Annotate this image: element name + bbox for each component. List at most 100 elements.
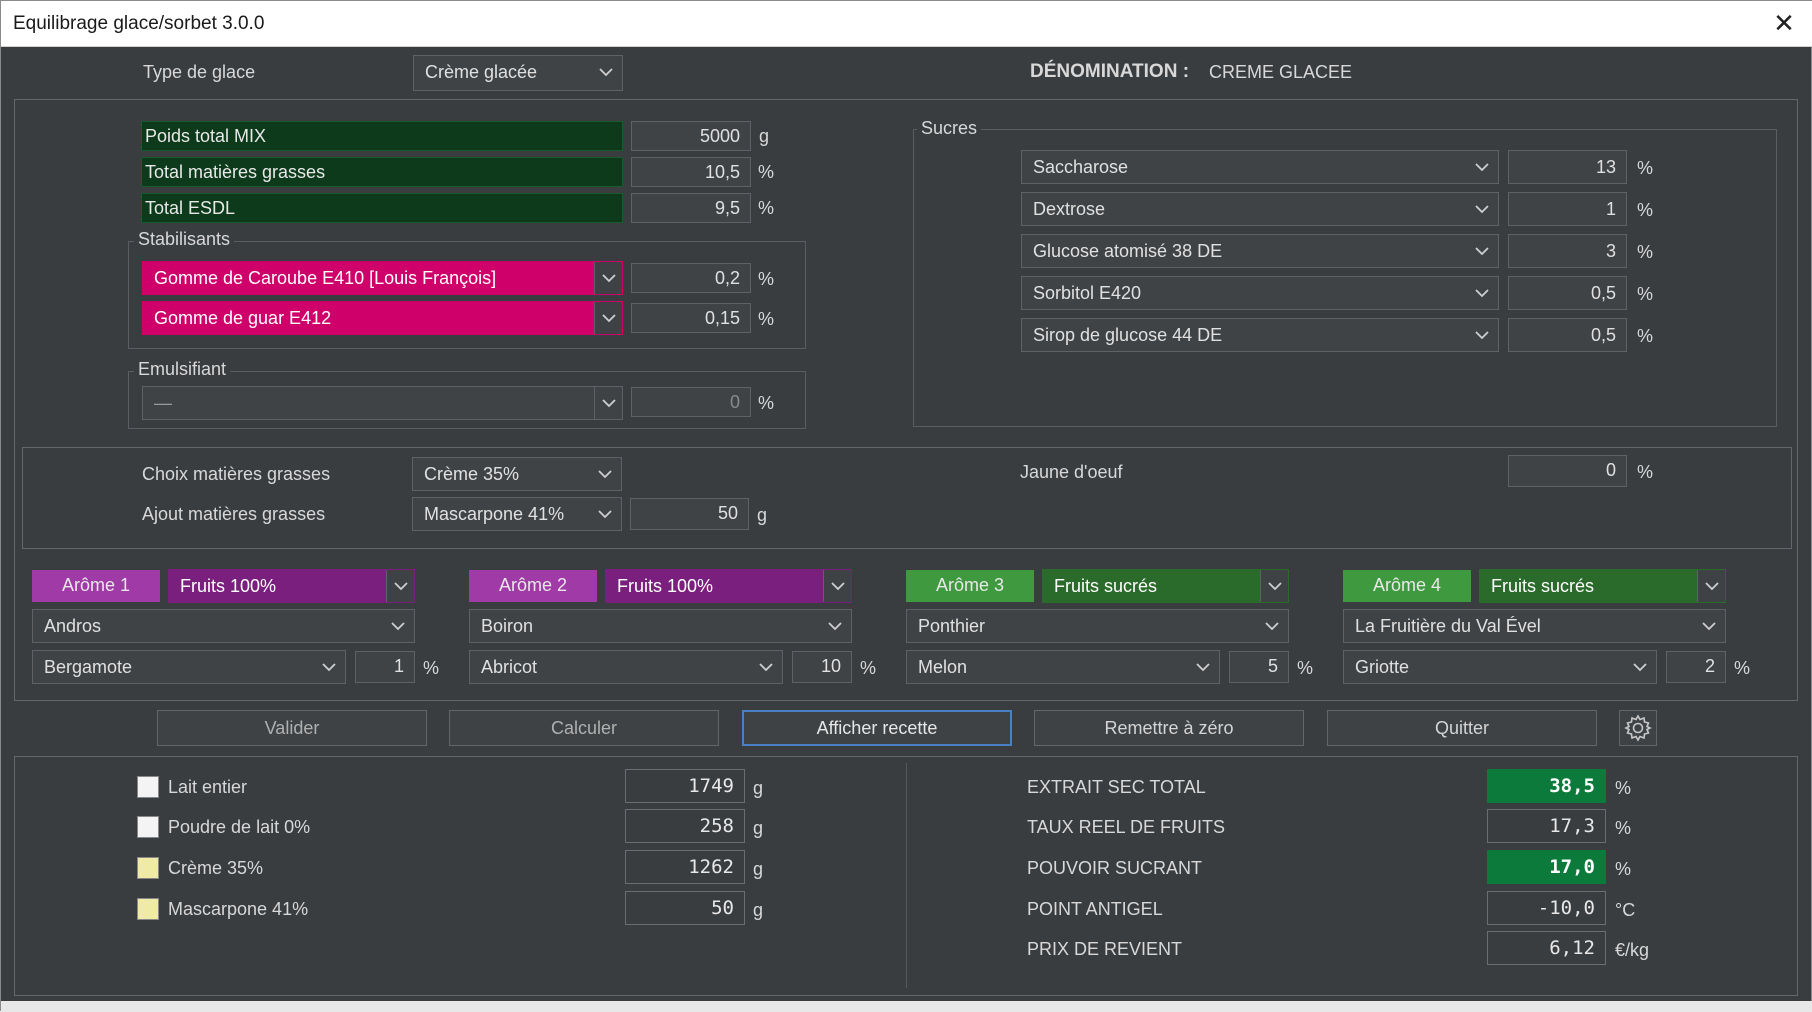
sucre-5-select[interactable]: Sirop de glucose 44 DE — [1021, 318, 1499, 352]
lait-entier-swatch — [137, 776, 159, 798]
arome-2-badge[interactable]: Arôme 2 — [469, 570, 597, 602]
total-mg-label: Total matières grasses — [141, 157, 623, 187]
choix-mg-select[interactable]: Crème 35% — [412, 457, 622, 491]
total-mg-field[interactable]: 10,5 — [631, 157, 751, 187]
sucre-5-unit: % — [1637, 326, 1654, 346]
emulsifiant-field[interactable]: 0 — [631, 387, 751, 417]
stabilisant-1-name: Gomme de Caroube E410 [Louis François] — [154, 268, 497, 288]
stabilisant-2-select[interactable]: Gomme de guar E412 — [142, 301, 623, 335]
quitter-button[interactable]: Quitter — [1327, 710, 1597, 746]
result-3-value: 17,0 — [1487, 850, 1606, 884]
poids-total-mix-field[interactable]: 5000 — [631, 121, 751, 151]
jaune-oeuf-unit: % — [1637, 462, 1654, 482]
chevron-down-icon — [1264, 610, 1280, 642]
arome-1-badge[interactable]: Arôme 1 — [32, 570, 160, 602]
arome-4-unit: % — [1734, 658, 1751, 678]
emulsifiant-select[interactable]: — — [142, 386, 623, 420]
arome-4-flavor-select[interactable]: Griotte — [1343, 650, 1657, 684]
recipe-item-3-qty[interactable]: 1262 — [625, 850, 745, 884]
chevron-down-icon — [1701, 610, 1717, 642]
window-title: Equilibrage glace/sorbet 3.0.0 — [13, 13, 265, 34]
arome-2-flavor-select[interactable]: Abricot — [469, 650, 783, 684]
chevron-down-icon — [1474, 193, 1490, 225]
stabilisant-2-field[interactable]: 0,15 — [631, 303, 751, 333]
chevron-down-icon — [1260, 570, 1288, 602]
ajout-mg-select[interactable]: Mascarpone 41% — [412, 497, 622, 531]
chevron-down-icon — [598, 56, 614, 88]
esdl-unit: % — [758, 198, 775, 218]
recipe-item-1-qty[interactable]: 1749 — [625, 769, 745, 803]
poids-total-mix-label: Poids total MIX — [141, 121, 623, 151]
recipe-item-4-qty[interactable]: 50 — [625, 891, 745, 925]
recipe-item-1-unit: g — [753, 778, 764, 798]
arome-1-brand-select[interactable]: Andros — [32, 609, 415, 643]
result-2-unit: % — [1615, 818, 1632, 838]
arome-3-badge[interactable]: Arôme 3 — [906, 570, 1034, 602]
close-icon[interactable]: ✕ — [1769, 9, 1799, 39]
sucre-2-select[interactable]: Dextrose — [1021, 192, 1499, 226]
choix-mg-value: Crème 35% — [424, 464, 520, 484]
gear-icon — [1623, 713, 1653, 754]
afficher-recette-button[interactable]: Afficher recette — [742, 710, 1012, 746]
valider-button[interactable]: Valider — [157, 710, 427, 746]
poudre-lait-swatch — [137, 816, 159, 838]
total-esdl-label: Total ESDL — [141, 193, 623, 223]
jaune-oeuf-field[interactable]: 0 — [1508, 455, 1627, 487]
result-5-unit: €/kg — [1615, 940, 1650, 960]
settings-button[interactable] — [1619, 710, 1657, 746]
stabilisant-1-select[interactable]: Gomme de Caroube E410 [Louis François] — [142, 261, 623, 295]
arome-1-type-select[interactable]: Fruits 100% — [168, 569, 415, 603]
stabilisant-2-name: Gomme de guar E412 — [154, 308, 332, 328]
sucre-3-field[interactable]: 3 — [1508, 234, 1627, 268]
arome-3-qty-field[interactable]: 5 — [1229, 651, 1289, 683]
sucre-2-field[interactable]: 1 — [1508, 192, 1627, 226]
recipe-item-2-qty[interactable]: 258 — [625, 809, 745, 843]
type-de-glace-select[interactable]: Crème glacée — [413, 55, 623, 91]
result-1-unit: % — [1615, 778, 1632, 798]
chevron-down-icon — [1474, 151, 1490, 183]
result-4-label: POINT ANTIGEL — [1027, 899, 1163, 919]
stabilisant-1-field[interactable]: 0,2 — [631, 263, 751, 293]
arome-4-badge[interactable]: Arôme 4 — [1343, 570, 1471, 602]
ajout-mg-label: Ajout matières grasses — [142, 504, 326, 524]
arome-2-type-select[interactable]: Fruits 100% — [605, 569, 852, 603]
arome-3-brand-select[interactable]: Ponthier — [906, 609, 1289, 643]
arome-4-qty-field[interactable]: 2 — [1666, 651, 1726, 683]
result-5-value: 6,12 — [1487, 931, 1606, 965]
emulsifiant-title: Emulsifiant — [134, 359, 231, 380]
total-esdl-field[interactable]: 9,5 — [631, 193, 751, 223]
arome-4-brand: La Fruitière du Val Ével — [1355, 616, 1541, 636]
recipe-item-3-unit: g — [753, 859, 764, 879]
sucre-4-name: Sorbitol E420 — [1033, 283, 1142, 303]
chevron-down-icon — [594, 387, 622, 419]
emulsifiant-name: — — [154, 393, 172, 413]
sucre-1-select[interactable]: Saccharose — [1021, 150, 1499, 184]
sucre-3-select[interactable]: Glucose atomisé 38 DE — [1021, 234, 1499, 268]
calculer-button[interactable]: Calculer — [449, 710, 719, 746]
arome-3-flavor-select[interactable]: Melon — [906, 650, 1220, 684]
type-de-glace-label: Type de glace — [143, 62, 256, 82]
arome-2-brand-select[interactable]: Boiron — [469, 609, 852, 643]
arome-3-flavor: Melon — [918, 657, 968, 677]
sucre-5-field[interactable]: 0,5 — [1508, 318, 1627, 352]
stabilisant-2-unit: % — [758, 309, 775, 329]
arome-1-qty-field[interactable]: 1 — [355, 651, 415, 683]
result-1-label: EXTRAIT SEC TOTAL — [1027, 777, 1206, 797]
app-window: Equilibrage glace/sorbet 3.0.0 ✕ Type de… — [0, 0, 1812, 1012]
choix-mg-label: Choix matières grasses — [142, 464, 331, 484]
arome-1-flavor-select[interactable]: Bergamote — [32, 650, 346, 684]
arome-2-qty-field[interactable]: 10 — [792, 651, 852, 683]
sucre-4-select[interactable]: Sorbitol E420 — [1021, 276, 1499, 310]
remettre-a-zero-button[interactable]: Remettre à zéro — [1034, 710, 1304, 746]
arome-4-type-select[interactable]: Fruits sucrés — [1479, 569, 1726, 603]
ajout-mg-qty-field[interactable]: 50 — [630, 498, 749, 530]
arome-4-brand-select[interactable]: La Fruitière du Val Ével — [1343, 609, 1726, 643]
chevron-down-icon — [594, 302, 622, 334]
arome-2-brand: Boiron — [481, 616, 534, 636]
sucre-4-field[interactable]: 0,5 — [1508, 276, 1627, 310]
arome-3-type-select[interactable]: Fruits sucrés — [1042, 569, 1289, 603]
arome-3-unit: % — [1297, 658, 1314, 678]
sucre-1-field[interactable]: 13 — [1508, 150, 1627, 184]
chevron-down-icon — [823, 570, 851, 602]
arome-2-type: Fruits 100% — [617, 576, 714, 596]
